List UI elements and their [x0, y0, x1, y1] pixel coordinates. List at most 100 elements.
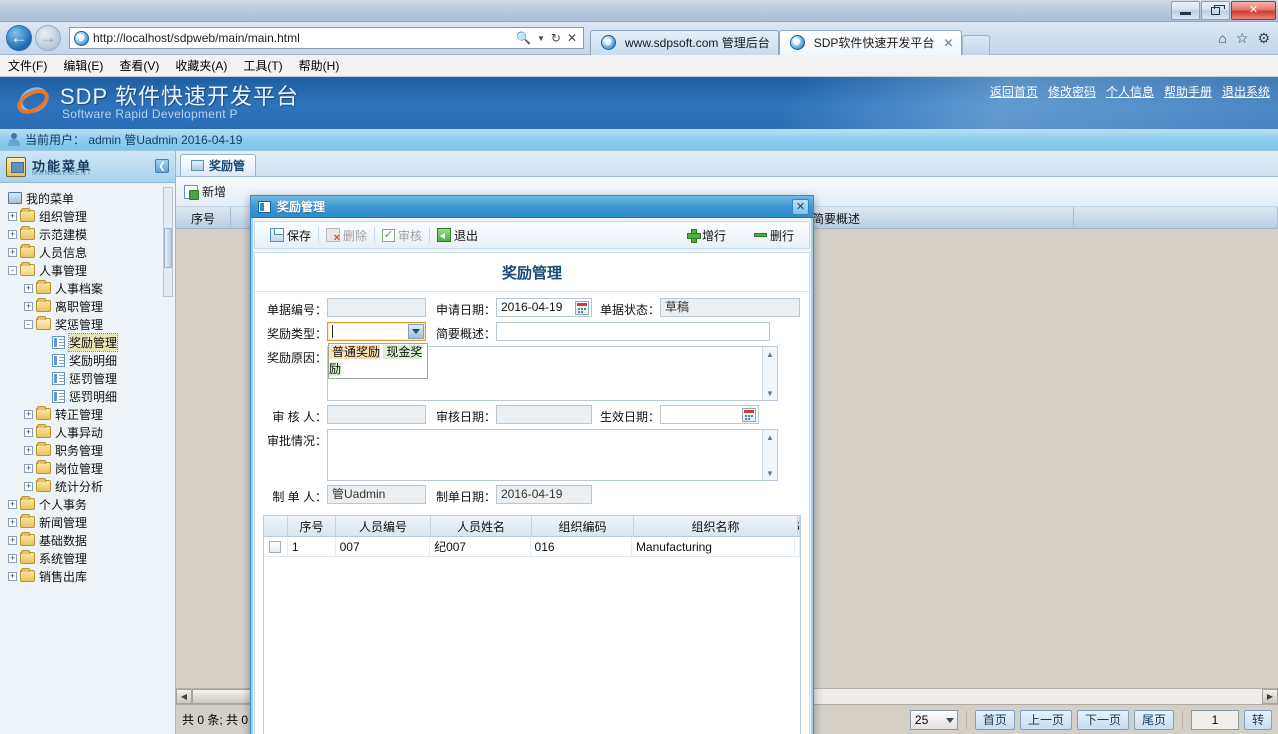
expand-icon[interactable]: +	[8, 247, 17, 257]
home-icon[interactable]: ⌂	[1218, 30, 1226, 47]
last-page-button[interactable]: 尾页	[1133, 709, 1174, 730]
sidebar-item-10[interactable]: 惩罚明细	[6, 387, 175, 405]
expand-icon[interactable]: +	[24, 463, 33, 473]
sidebar-item-11[interactable]: + 转正管理	[6, 405, 175, 423]
close-tab-icon[interactable]: ✕	[943, 36, 953, 50]
expand-icon[interactable]: +	[24, 301, 33, 311]
sidebar-item-4[interactable]: + 人事档案	[6, 279, 175, 297]
scroll-right-icon[interactable]: ▶	[1262, 689, 1278, 704]
expand-icon[interactable]: +	[24, 445, 33, 455]
save-button[interactable]: 保存	[263, 227, 318, 244]
approve-button[interactable]: ✓ 审核	[375, 227, 429, 244]
sidebar-item-20[interactable]: + 销售出库	[6, 567, 175, 585]
collapse-icon[interactable]: -	[24, 319, 33, 329]
expand-icon[interactable]: +	[8, 517, 17, 527]
minimize-button[interactable]	[1171, 1, 1200, 20]
dialog-close-button[interactable]: ✕	[792, 199, 809, 215]
sidebar-item-2[interactable]: + 人员信息	[6, 243, 175, 261]
tree-root-item[interactable]: 我的菜单	[6, 189, 175, 207]
browser-tab-1[interactable]: www.sdpsoft.com 管理后台	[590, 29, 779, 55]
menu-file[interactable]: 文件(F)	[8, 57, 47, 74]
row-checkbox-cell[interactable]	[264, 537, 288, 556]
expand-icon[interactable]: +	[8, 499, 17, 509]
sidebar-item-5[interactable]: + 离职管理	[6, 297, 175, 315]
prev-page-button[interactable]: 上一页	[1019, 709, 1072, 730]
sidebar-item-13[interactable]: + 职务管理	[6, 441, 175, 459]
restore-button[interactable]	[1201, 1, 1230, 20]
next-page-button[interactable]: 下一页	[1076, 709, 1129, 730]
scroll-left-icon[interactable]: ◀	[176, 689, 192, 704]
refresh-icon[interactable]: ↻	[551, 31, 561, 45]
favorites-icon[interactable]: ☆	[1236, 30, 1249, 47]
collapse-sidebar-icon[interactable]: ❮	[155, 159, 169, 173]
row-checkbox[interactable]	[269, 540, 282, 553]
expand-icon[interactable]: +	[24, 481, 33, 491]
page-size-select[interactable]: 25	[909, 709, 958, 730]
table-row[interactable]: 1 007 纪007 016 Manufacturing	[264, 537, 800, 557]
summary-field[interactable]	[496, 322, 770, 341]
award-type-option-1[interactable]: 普通奖励	[329, 345, 381, 359]
expand-icon[interactable]: +	[8, 211, 17, 221]
new-tab-button[interactable]	[962, 34, 991, 55]
sidebar-item-1[interactable]: + 示范建模	[6, 225, 175, 243]
scroll-down-icon[interactable]: ▼	[763, 466, 777, 480]
link-logout[interactable]: 退出系统	[1222, 83, 1270, 100]
sidebar-item-19[interactable]: + 系统管理	[6, 549, 175, 567]
tools-icon[interactable]: ⚙	[1257, 30, 1270, 47]
link-home[interactable]: 返回首页	[990, 83, 1038, 100]
expand-icon[interactable]: +	[8, 229, 17, 239]
link-profile[interactable]: 个人信息	[1106, 83, 1154, 100]
address-bar[interactable]: http://localhost/sdpweb/main/main.html 🔍…	[69, 27, 584, 49]
approval-textarea[interactable]: ▲ ▼	[327, 429, 778, 481]
link-help-manual[interactable]: 帮助手册	[1164, 83, 1212, 100]
scroll-down-icon[interactable]: ▼	[763, 386, 777, 400]
sidebar-item-7[interactable]: 奖励管理	[6, 332, 175, 352]
textarea-scrollbar[interactable]: ▲ ▼	[762, 430, 777, 480]
page-number-input[interactable]: 1	[1190, 709, 1239, 730]
expand-icon[interactable]: +	[24, 427, 33, 437]
effective-date-field[interactable]	[660, 405, 759, 424]
add-row-button[interactable]: 增行	[680, 227, 733, 244]
textarea-scrollbar[interactable]: ▲ ▼	[762, 347, 777, 400]
chevron-down-icon[interactable]: ▼	[537, 34, 545, 43]
apply-date-field[interactable]: 2016-04-19	[496, 298, 592, 317]
expand-icon[interactable]: +	[24, 283, 33, 293]
back-button[interactable]: ←	[6, 25, 32, 51]
menu-edit[interactable]: 编辑(E)	[63, 57, 103, 74]
tab-award-management[interactable]: 奖励管	[180, 154, 257, 176]
delete-row-button[interactable]: 删行	[747, 227, 801, 244]
go-page-button[interactable]: 转	[1243, 709, 1272, 730]
search-icon[interactable]: 🔍	[516, 31, 531, 45]
first-page-button[interactable]: 首页	[974, 709, 1015, 730]
expand-icon[interactable]: +	[8, 571, 17, 581]
link-change-password[interactable]: 修改密码	[1048, 83, 1096, 100]
browser-tab-2[interactable]: SDP软件快速开发平台 ✕	[778, 29, 963, 55]
delete-button[interactable]: 删除	[319, 227, 374, 244]
stop-icon[interactable]: ✕	[567, 31, 577, 45]
scroll-up-icon[interactable]: ▲	[763, 430, 777, 444]
sidebar-item-3[interactable]: - 人事管理	[6, 261, 175, 279]
chevron-down-icon[interactable]	[408, 324, 424, 339]
menu-view[interactable]: 查看(V)	[119, 57, 159, 74]
scroll-up-icon[interactable]: ▲	[763, 347, 777, 361]
sidebar-item-18[interactable]: + 基础数据	[6, 531, 175, 549]
collapse-icon[interactable]: -	[8, 265, 17, 275]
sidebar-item-0[interactable]: + 组织管理	[6, 207, 175, 225]
award-type-combobox[interactable]: 普通奖励 现金奖励	[327, 322, 428, 379]
sidebar-item-15[interactable]: + 统计分析	[6, 477, 175, 495]
menu-help[interactable]: 帮助(H)	[299, 57, 340, 74]
sidebar-item-6[interactable]: - 奖惩管理	[6, 315, 175, 333]
sidebar-item-14[interactable]: + 岗位管理	[6, 459, 175, 477]
new-record-button[interactable]: 新增	[184, 183, 226, 200]
sidebar-item-12[interactable]: + 人事异动	[6, 423, 175, 441]
menu-favorites[interactable]: 收藏夹(A)	[175, 57, 227, 74]
sidebar-item-9[interactable]: 惩罚管理	[6, 369, 175, 387]
expand-icon[interactable]: +	[8, 535, 17, 545]
sidebar-item-17[interactable]: + 新闻管理	[6, 513, 175, 531]
sidebar-item-16[interactable]: + 个人事务	[6, 495, 175, 513]
expand-icon[interactable]: +	[8, 553, 17, 563]
calendar-icon[interactable]	[575, 301, 589, 315]
menu-tools[interactable]: 工具(T)	[243, 57, 282, 74]
exit-button[interactable]: 退出	[430, 227, 485, 244]
calendar-icon[interactable]	[742, 408, 756, 422]
